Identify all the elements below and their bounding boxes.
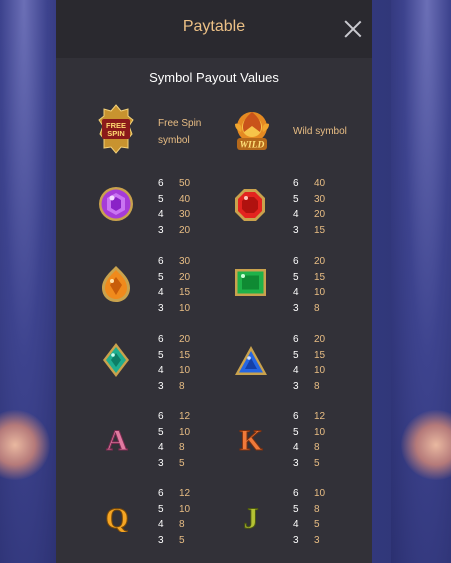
pay-row: 4 20 — [293, 209, 326, 220]
teal-diamond-icon — [102, 342, 130, 378]
paytable-panel: Paytable Symbol Payout Values FREE SPIN … — [56, 0, 372, 563]
pay-row: 4 10 — [158, 365, 191, 376]
pay-row: 33 — [293, 534, 320, 546]
pay-row: 5 15 — [293, 349, 326, 361]
pay-row: 5 10 — [293, 426, 326, 438]
close-button[interactable] — [344, 20, 362, 38]
pay-row: 6 30 — [158, 256, 191, 267]
purple-gem-icon — [98, 186, 134, 222]
pay-row: 58 — [293, 503, 320, 515]
pay-row: 38 — [293, 380, 320, 392]
letter-a-payouts: 6 12 5 10 48 35 — [158, 409, 190, 471]
pay-row: 45 — [293, 519, 320, 530]
red-gem-payouts: 6 40 5 30 4 20 3 15 — [293, 176, 325, 238]
pay-row: 3 15 — [293, 224, 326, 236]
pay-row: 5 15 — [158, 349, 191, 361]
letter-j-icon: J — [236, 498, 266, 533]
pay-row: 5 30 — [293, 193, 326, 205]
purple-gem-payouts: 6 50 5 40 4 30 3 20 — [158, 176, 190, 238]
blue-triangle-gem-icon — [234, 345, 268, 376]
pay-row: 35 — [293, 457, 320, 469]
pay-row: 6 12 — [293, 411, 326, 422]
free-spin-symbol-icon: FREE SPIN — [98, 104, 134, 154]
teal-diamond-payouts: 6 20 5 15 4 10 38 — [158, 332, 190, 394]
pay-row: 6 20 — [293, 256, 326, 267]
orange-gem-payouts: 6 30 5 20 4 15 3 10 — [158, 254, 190, 316]
pay-row: 6 10 — [293, 488, 326, 499]
pay-row: 4 10 — [293, 287, 326, 298]
pay-row: 5 15 — [293, 271, 326, 283]
letter-a-icon: A — [102, 420, 132, 455]
letter-q-payouts: 6 12 5 10 48 35 — [158, 486, 190, 548]
blue-triangle-gem-payouts: 6 20 5 15 4 10 38 — [293, 332, 325, 394]
pay-row: 38 — [293, 302, 320, 314]
letter-k-payouts: 6 12 5 10 48 35 — [293, 409, 325, 471]
pay-row: 35 — [158, 457, 185, 469]
pay-row: 48 — [158, 519, 185, 530]
red-gem-icon — [234, 188, 266, 222]
green-gem-payouts: 6 20 5 15 4 10 38 — [293, 254, 325, 316]
pay-row: 6 20 — [293, 334, 326, 345]
pay-row: 5 10 — [158, 503, 191, 515]
pay-row: 6 40 — [293, 178, 326, 189]
svg-text:A: A — [106, 424, 128, 454]
letter-j-payouts: 6 10 58 45 33 — [293, 486, 325, 548]
letter-q-icon: Q — [102, 498, 132, 533]
letter-k-icon: K — [236, 420, 266, 455]
svg-text:Q: Q — [105, 502, 128, 532]
pay-row: 4 15 — [158, 287, 191, 298]
pay-row: 48 — [293, 442, 320, 453]
pay-row: 3 20 — [158, 224, 191, 236]
wild-label: Wild symbol — [293, 126, 347, 137]
pay-row: 3 10 — [158, 302, 191, 314]
pay-row: 6 12 — [158, 411, 191, 422]
free-spin-label: Free Spin symbol — [158, 118, 202, 146]
svg-text:J: J — [244, 502, 259, 532]
pay-row: 4 30 — [158, 209, 191, 220]
pay-row: 5 20 — [158, 271, 191, 283]
svg-text:K: K — [239, 424, 263, 454]
wild-logo-text: WILD — [240, 141, 265, 151]
pay-row: 38 — [158, 380, 185, 392]
orange-gem-icon — [101, 265, 131, 303]
pay-row: 35 — [158, 534, 185, 546]
pay-row: 5 40 — [158, 193, 191, 205]
free-spin-logo-text-2: SPIN — [107, 129, 125, 138]
pay-row: 6 20 — [158, 334, 191, 345]
pay-row: 6 12 — [158, 488, 191, 499]
page-title: Paytable — [182, 18, 246, 35]
section-subtitle: Symbol Payout Values — [149, 70, 279, 85]
pay-row: 5 10 — [158, 426, 191, 438]
paytable-header: Paytable — [56, 0, 372, 58]
green-gem-icon — [234, 268, 267, 297]
pay-row: 4 10 — [293, 365, 326, 376]
pay-row: 6 50 — [158, 178, 191, 189]
wild-symbol-icon: WILD — [231, 108, 273, 154]
pay-row: 48 — [158, 442, 185, 453]
